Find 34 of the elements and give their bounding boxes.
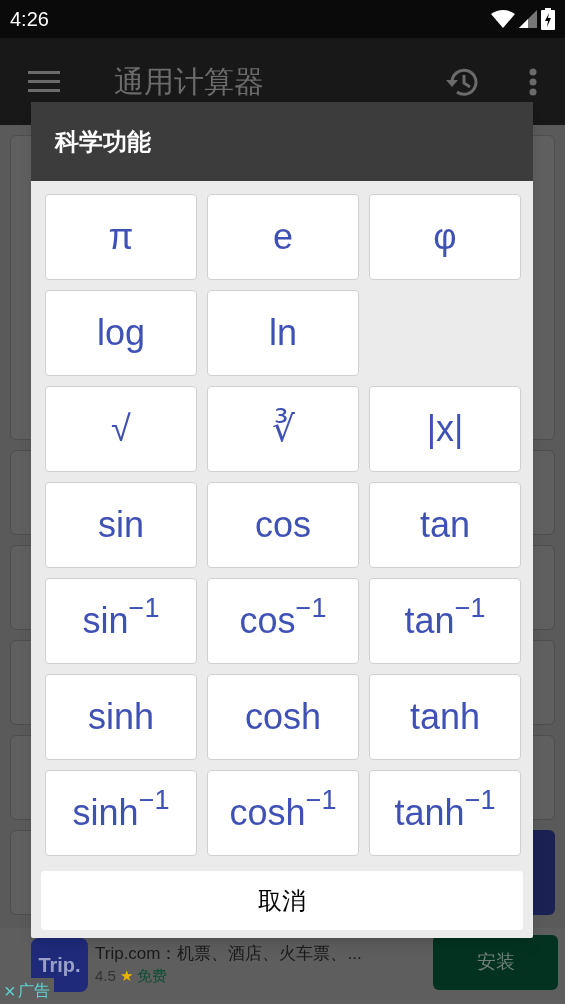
wifi-icon bbox=[491, 10, 515, 28]
function-key[interactable]: tanh bbox=[369, 674, 521, 760]
close-icon[interactable]: × bbox=[4, 981, 16, 1001]
function-key[interactable]: cosh bbox=[207, 674, 359, 760]
app-title: 通用计算器 bbox=[114, 64, 264, 100]
menu-icon[interactable] bbox=[28, 69, 60, 94]
dialog-title: 科学功能 bbox=[55, 126, 151, 157]
more-icon[interactable] bbox=[529, 67, 537, 96]
function-key[interactable]: √ bbox=[45, 386, 197, 472]
function-key[interactable]: cos bbox=[207, 482, 359, 568]
function-key[interactable]: tanh$^{−1}$ bbox=[369, 770, 521, 856]
function-key[interactable]: |x| bbox=[369, 386, 521, 472]
function-key[interactable]: cos$^{−1}$ bbox=[207, 578, 359, 664]
function-key[interactable]: ∛ bbox=[207, 386, 359, 472]
function-key[interactable]: π bbox=[45, 194, 197, 280]
function-key[interactable]: φ bbox=[369, 194, 521, 280]
function-key[interactable]: sinh$^{−1}$ bbox=[45, 770, 197, 856]
function-key[interactable]: ln bbox=[207, 290, 359, 376]
battery-icon bbox=[541, 8, 555, 30]
ad-title: Trip.com：机票、酒店、火车票、... bbox=[95, 943, 362, 965]
function-key[interactable]: sin bbox=[45, 482, 197, 568]
signal-icon bbox=[519, 10, 537, 28]
status-time: 4:26 bbox=[10, 7, 49, 32]
cancel-button[interactable]: 取消 bbox=[41, 871, 523, 930]
function-key[interactable]: tan bbox=[369, 482, 521, 568]
ad-label: 广告 bbox=[17, 981, 50, 1001]
function-key[interactable]: log bbox=[45, 290, 197, 376]
function-key[interactable]: tan$^{−1}$ bbox=[369, 578, 521, 664]
function-key[interactable]: cosh$^{−1}$ bbox=[207, 770, 359, 856]
function-key[interactable]: sin$^{−1}$ bbox=[45, 578, 197, 664]
function-key[interactable]: e bbox=[207, 194, 359, 280]
star-icon: ★ bbox=[119, 965, 133, 988]
price-text: 免费 bbox=[136, 966, 167, 986]
function-key[interactable]: sinh bbox=[45, 674, 197, 760]
